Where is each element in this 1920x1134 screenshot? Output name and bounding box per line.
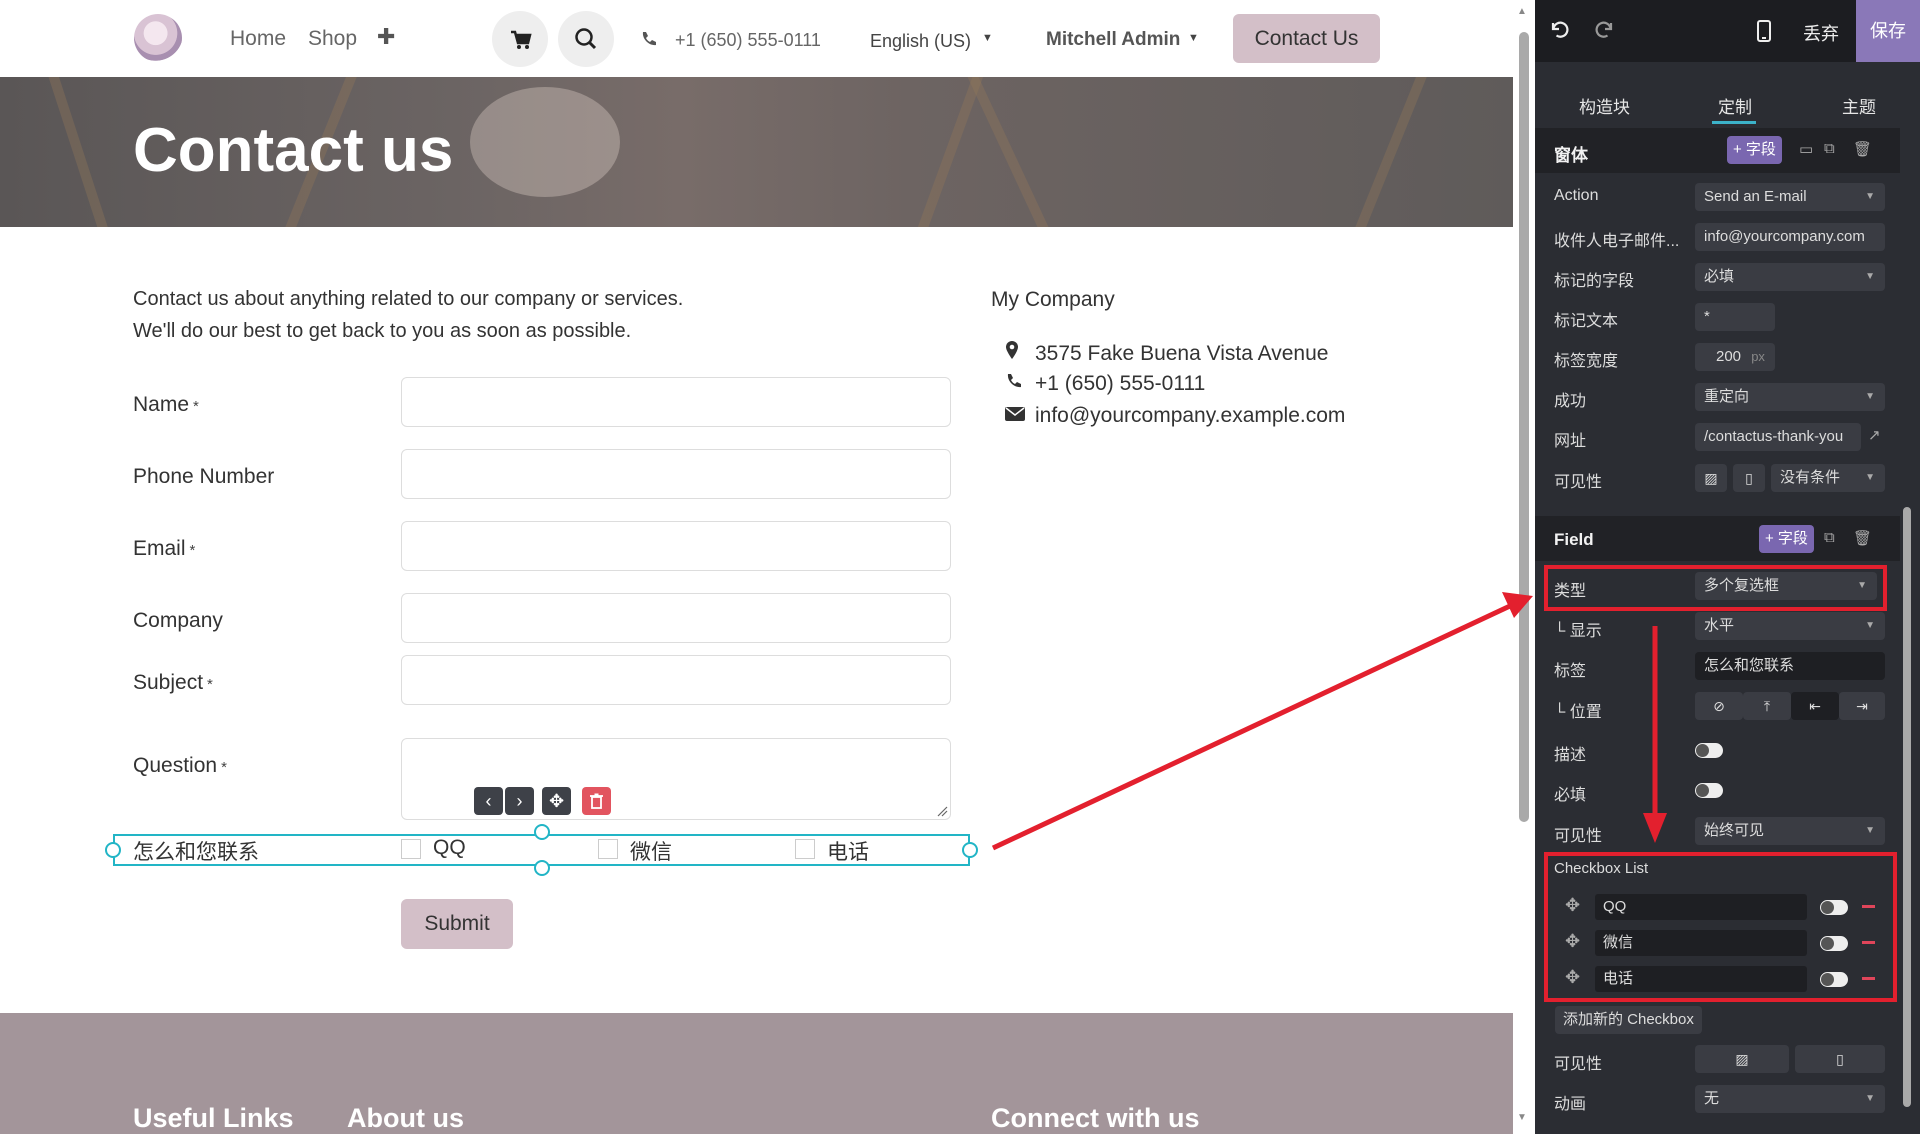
annotation-arrows [991,592,1667,851]
